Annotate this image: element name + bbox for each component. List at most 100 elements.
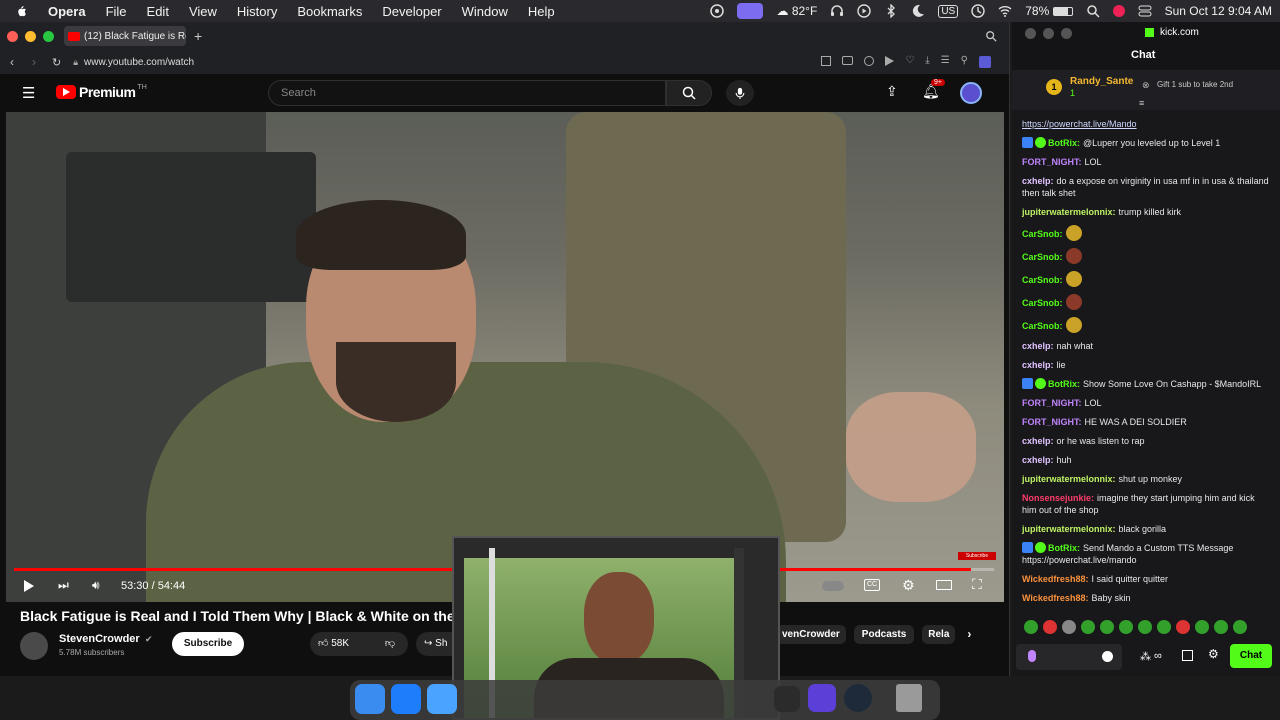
keyboard-input-badge[interactable]: US (938, 4, 959, 18)
search-icon[interactable] (1086, 4, 1100, 18)
email-app-icon[interactable] (808, 684, 836, 712)
weather-status[interactable]: ☁ 82°F (776, 4, 817, 18)
profile-icon[interactable]: ⚲ (961, 56, 968, 68)
channel-name[interactable]: StevenCrowder (59, 633, 140, 645)
menu-window[interactable]: Window (462, 4, 508, 19)
quick-emote-icon[interactable] (1062, 620, 1076, 634)
obs-icon[interactable] (844, 684, 872, 712)
datetime[interactable]: Sun Oct 12 9:04 AM (1165, 4, 1272, 18)
quick-emote-icon[interactable] (1233, 620, 1247, 634)
search-button[interactable] (666, 80, 712, 106)
quick-emote-icon[interactable] (1157, 620, 1171, 634)
moon-icon[interactable] (911, 4, 925, 18)
chat-username[interactable]: BotRix: (1048, 543, 1080, 553)
quick-emote-icon[interactable] (1119, 620, 1133, 634)
camera-icon[interactable] (842, 56, 854, 65)
apple-icon[interactable] (14, 4, 28, 18)
url-field[interactable]: www.youtube.com/watch (84, 57, 194, 68)
forward-icon[interactable]: › (32, 55, 36, 69)
channel-avatar[interactable] (20, 632, 48, 660)
chat-username[interactable]: FORT_NIGHT: (1022, 157, 1082, 167)
chat-maximize-button[interactable] (1061, 28, 1072, 39)
subscribe-overlay-badge[interactable]: Subscribe (958, 552, 996, 560)
youtube-premium-logo[interactable]: Premium TH (56, 84, 147, 100)
play-circle-icon[interactable] (857, 4, 872, 18)
reload-icon[interactable]: ↻ (52, 56, 61, 69)
account-avatar[interactable] (960, 82, 982, 104)
menu-history[interactable]: History (237, 4, 277, 19)
chat-username[interactable]: CarSnob: (1022, 275, 1063, 285)
subscribe-button[interactable]: Subscribe (172, 632, 244, 656)
like-button[interactable]: 👍︎ 58K (310, 632, 372, 656)
play-icon[interactable] (24, 580, 34, 592)
chat-username[interactable]: cxhelp: (1022, 436, 1054, 446)
safari-icon[interactable] (391, 684, 421, 714)
wifi-icon[interactable] (998, 4, 1012, 18)
edit-icon[interactable] (821, 56, 832, 66)
chat-username[interactable]: Nonsensejunkie: (1022, 493, 1094, 503)
menu-bookmarks[interactable]: Bookmarks (297, 4, 362, 19)
search-input[interactable]: Search (268, 80, 666, 106)
app-menu[interactable]: Opera (48, 4, 86, 19)
chat-username[interactable]: CarSnob: (1022, 298, 1063, 308)
user-avatar-icon[interactable] (1112, 5, 1125, 17)
notifications-button[interactable]: 🔔︎ 9+ (922, 79, 945, 101)
chat-username[interactable]: BotRix: (1048, 379, 1080, 389)
minimize-window-button[interactable] (25, 30, 36, 42)
chip-related[interactable]: Rela (922, 624, 956, 644)
chat-username[interactable]: cxhelp: (1022, 360, 1054, 370)
bluetooth-icon[interactable] (884, 4, 898, 18)
chat-username[interactable]: Wickedfresh88: (1022, 574, 1088, 584)
tab-youtube[interactable]: (12) Black Fatigue is Re (64, 26, 186, 46)
chat-close-button[interactable] (1025, 28, 1036, 39)
reactions-icon[interactable]: ⁂ (1140, 650, 1151, 663)
chat-username[interactable]: FORT_NIGHT: (1022, 417, 1082, 427)
theater-mode-icon[interactable] (936, 580, 952, 590)
chat-username[interactable]: Wickedfresh88: (1022, 593, 1088, 603)
trash-icon[interactable] (896, 684, 922, 712)
send-chat-button[interactable]: Chat (1230, 644, 1272, 668)
video-player[interactable]: Subscribe (6, 112, 1004, 602)
quick-emote-icon[interactable] (1214, 620, 1228, 634)
quick-emote-icon[interactable] (1043, 620, 1057, 634)
quick-emote-icon[interactable] (1024, 620, 1038, 634)
chat-username[interactable]: cxhelp: (1022, 176, 1054, 186)
fullscreen-icon[interactable]: ⛶ (972, 576, 982, 593)
dislike-button[interactable]: 👎︎ (372, 632, 408, 656)
extension-icon[interactable] (979, 56, 991, 68)
send-icon[interactable] (885, 56, 895, 66)
chat-username[interactable]: CarSnob: (1022, 229, 1063, 239)
headphones-icon[interactable] (830, 4, 844, 18)
quick-emote-icon[interactable] (1138, 620, 1152, 634)
chat-username[interactable]: jupiterwatermelonnix: (1022, 474, 1116, 484)
shield-icon[interactable] (864, 56, 875, 66)
menu-edit[interactable]: Edit (147, 4, 169, 19)
chat-username[interactable]: jupiterwatermelonnix: (1022, 207, 1116, 217)
discord-icon[interactable] (774, 686, 800, 712)
menu-help[interactable]: Help (528, 4, 555, 19)
heart-icon[interactable]: ♡ (905, 56, 914, 68)
status-circle-icon[interactable] (710, 4, 725, 18)
chat-username[interactable]: jupiterwatermelonnix: (1022, 524, 1116, 534)
chat-link[interactable]: https://powerchat.live/Mando (1022, 119, 1137, 129)
clock-icon[interactable] (971, 4, 985, 18)
battery-status[interactable]: 78% (1025, 4, 1073, 18)
maximize-window-button[interactable] (43, 30, 54, 42)
pinned-gifter[interactable]: 1 Randy_Sante 1 ⊗ Gift 1 sub to take 2nd… (1012, 70, 1280, 110)
control-center-icon[interactable] (1138, 4, 1152, 18)
chevron-right-icon[interactable]: › (967, 627, 971, 641)
chat-username[interactable]: cxhelp: (1022, 455, 1054, 465)
gifter-name[interactable]: Randy_Sante (1070, 76, 1133, 87)
volume-icon[interactable]: 🔊︎ (92, 578, 100, 593)
screen-record-icon[interactable] (737, 3, 764, 19)
voice-search-button[interactable] (726, 80, 754, 106)
chat-input[interactable] (1016, 644, 1122, 670)
settings-gear-icon[interactable]: ⚙ (902, 577, 915, 594)
download-icon[interactable]: ⤓ (925, 56, 929, 68)
menu-developer[interactable]: Developer (382, 4, 441, 19)
close-window-button[interactable] (7, 30, 18, 42)
chip-channel[interactable]: venCrowder (776, 624, 846, 644)
next-icon[interactable]: ⏭︎ (58, 578, 69, 593)
emoji-icon[interactable] (1102, 651, 1113, 662)
gift-box-icon[interactable] (1182, 650, 1193, 661)
